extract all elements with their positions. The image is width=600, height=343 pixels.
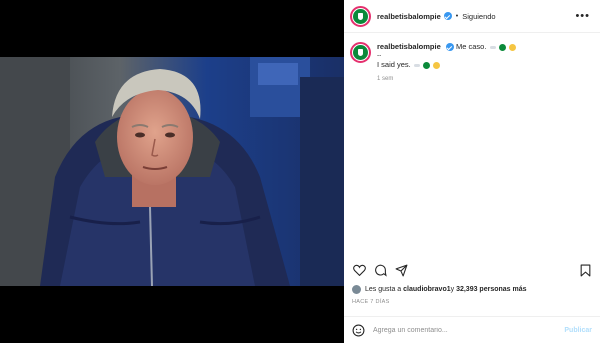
comment-bar: Publicar <box>344 316 600 343</box>
follow-status-button[interactable]: Siguiendo <box>462 12 495 21</box>
heart-icon[interactable] <box>352 263 366 277</box>
ring-icon <box>413 63 420 67</box>
caption-text: Me caso. <box>455 42 487 51</box>
post-photo[interactable] <box>0 57 344 286</box>
more-options-icon[interactable]: ••• <box>575 10 590 22</box>
ring-icon <box>489 45 496 49</box>
caption-dashes: -- <box>377 52 382 59</box>
smile-emoji-icon <box>433 61 441 69</box>
likes-count[interactable]: 32,393 personas más <box>456 286 526 293</box>
liker-avatar[interactable] <box>352 285 361 294</box>
username-link[interactable]: realbetisbalompie <box>377 12 441 21</box>
paper-plane-icon[interactable] <box>394 263 408 277</box>
liker-username[interactable]: claudiobravo1 <box>403 286 450 293</box>
separator-dot: • <box>455 12 459 20</box>
likes-mid: y <box>450 286 455 293</box>
bookmark-icon[interactable] <box>578 263 592 277</box>
comment-input[interactable] <box>373 326 565 334</box>
caption-body: realbetisbalompie Me caso. -- I said yes… <box>377 42 516 82</box>
caption-avatar[interactable] <box>350 42 371 63</box>
verified-icon <box>445 43 454 52</box>
verified-icon <box>443 12 452 20</box>
smiley-icon[interactable] <box>352 324 365 337</box>
caption-username[interactable]: realbetisbalompie <box>377 42 441 51</box>
smile-emoji-icon <box>508 43 516 51</box>
comment-icon[interactable] <box>373 263 387 277</box>
likes-prefix: Les gusta a <box>365 286 402 293</box>
caption-second-text: I said yes. <box>377 60 411 69</box>
avatar[interactable] <box>350 5 371 27</box>
action-bar <box>352 262 592 278</box>
post-header: realbetisbalompie • Siguiendo ••• <box>344 0 600 33</box>
post-media <box>0 0 344 343</box>
instagram-post: realbetisbalompie • Siguiendo ••• realbe… <box>0 0 600 343</box>
caption-line: realbetisbalompie Me caso. <box>377 42 516 52</box>
post-date[interactable]: HACE 7 DÍAS <box>352 299 390 305</box>
caption-time[interactable]: 1 sem <box>377 76 516 82</box>
caption-second-line: I said yes. <box>377 60 516 70</box>
post-side-panel: realbetisbalompie • Siguiendo ••• realbe… <box>344 0 600 343</box>
green-heart-icon <box>422 61 430 69</box>
caption: realbetisbalompie Me caso. -- I said yes… <box>344 33 600 82</box>
publish-button[interactable]: Publicar <box>564 327 592 334</box>
green-heart-icon <box>498 43 506 51</box>
likes-summary: Les gusta a claudiobravo1 y 32,393 perso… <box>352 285 527 294</box>
